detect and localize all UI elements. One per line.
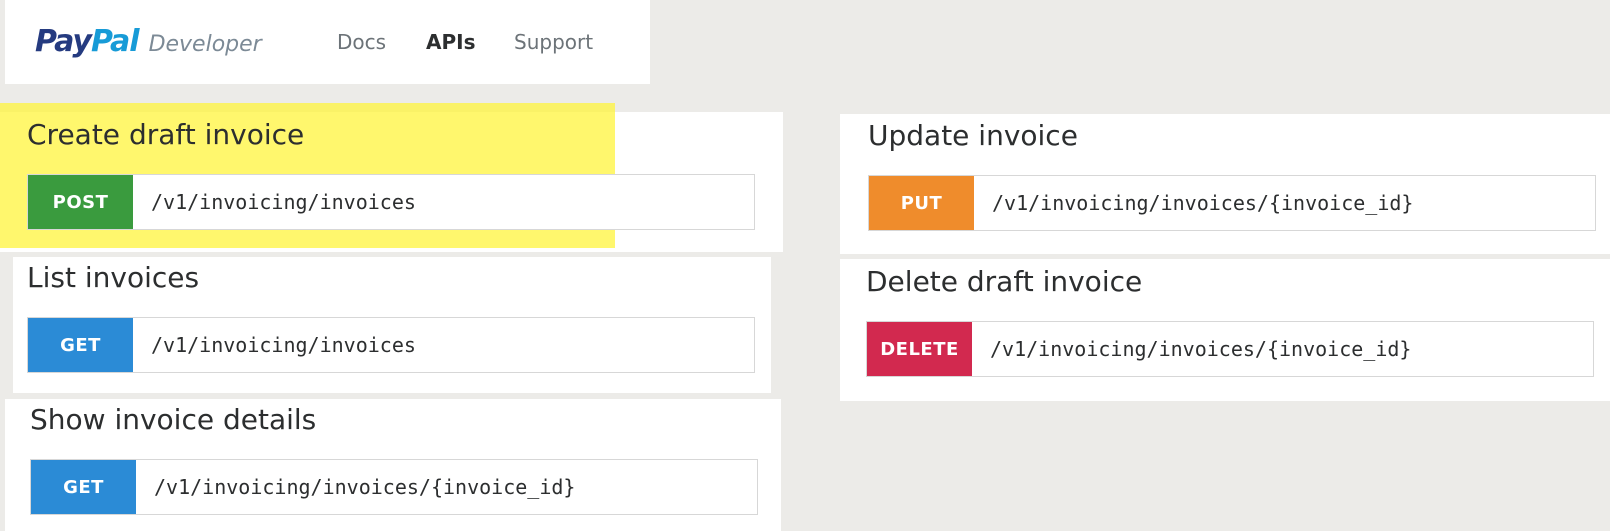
endpoint-path: /v1/invoicing/invoices/{invoice_id} — [990, 337, 1412, 361]
endpoint-path: /v1/invoicing/invoices/{invoice_id} — [154, 475, 576, 499]
endpoint-title: Show invoice details — [30, 403, 317, 436]
logo-developer-text: Developer — [148, 32, 262, 57]
method-badge-delete: DELETE — [867, 322, 972, 376]
nav-apis[interactable]: APIs — [426, 30, 475, 54]
endpoint-title: Update invoice — [868, 119, 1078, 152]
nav-support[interactable]: Support — [514, 30, 593, 54]
endpoint-path: /v1/invoicing/invoices — [151, 190, 416, 214]
site-header: Pay Pal Developer Docs APIs Support — [5, 0, 650, 84]
endpoint-show-invoice-details[interactable]: GET /v1/invoicing/invoices/{invoice_id} — [30, 459, 758, 515]
method-badge-get: GET — [28, 318, 133, 372]
endpoint-update-invoice[interactable]: PUT /v1/invoicing/invoices/{invoice_id} — [868, 175, 1596, 231]
endpoint-title: List invoices — [27, 261, 200, 294]
endpoint-path: /v1/invoicing/invoices — [151, 333, 416, 357]
method-badge-post: POST — [28, 175, 133, 229]
endpoint-list-invoices[interactable]: GET /v1/invoicing/invoices — [27, 317, 755, 373]
endpoint-path: /v1/invoicing/invoices/{invoice_id} — [992, 191, 1414, 215]
nav-docs[interactable]: Docs — [337, 30, 386, 54]
endpoint-title: Create draft invoice — [27, 118, 305, 151]
paypal-developer-logo[interactable]: Pay Pal Developer — [35, 24, 262, 59]
method-badge-get: GET — [31, 460, 136, 514]
logo-pal-text: Pal — [90, 24, 140, 59]
method-badge-put: PUT — [869, 176, 974, 230]
logo-pay-text: Pay — [35, 24, 92, 59]
endpoint-create-draft-invoice[interactable]: POST /v1/invoicing/invoices — [27, 174, 755, 230]
endpoint-delete-draft-invoice[interactable]: DELETE /v1/invoicing/invoices/{invoice_i… — [866, 321, 1594, 377]
endpoint-title: Delete draft invoice — [866, 265, 1143, 298]
